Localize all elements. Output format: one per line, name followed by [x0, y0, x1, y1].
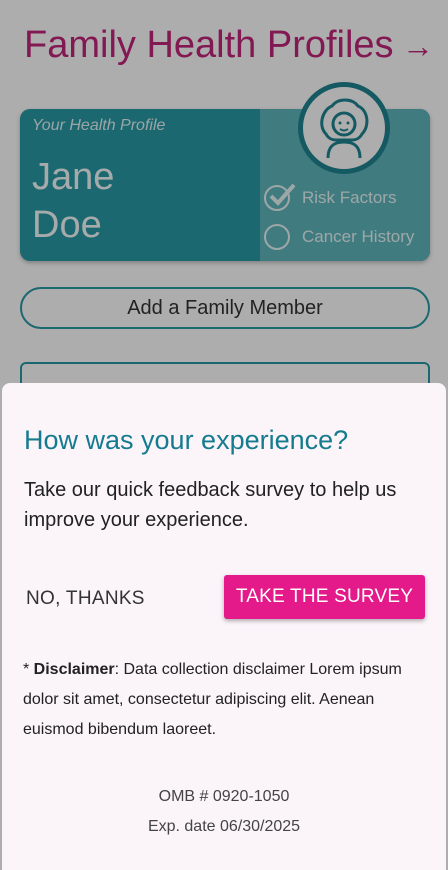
disclaimer: * Disclaimer: Data collection disclaimer… [23, 655, 423, 745]
survey-bottom-sheet: How was your experience? Take our quick … [2, 383, 446, 870]
no-thanks-button[interactable]: NO, THANKS [26, 588, 145, 610]
omb-info: OMB # 0920-1050 Exp. date 06/30/2025 [2, 782, 446, 842]
survey-title: How was your experience? [24, 425, 349, 455]
take-survey-button[interactable]: TAKE THE SURVEY [224, 575, 425, 619]
disclaimer-asterisk: * [23, 661, 34, 678]
disclaimer-heading: Disclaimer [33, 661, 115, 678]
expiration-date: Exp. date 06/30/2025 [147, 818, 301, 835]
survey-body: Take our quick feedback survey to help u… [24, 479, 397, 531]
omb-number: OMB # 0920-1050 [158, 788, 290, 805]
